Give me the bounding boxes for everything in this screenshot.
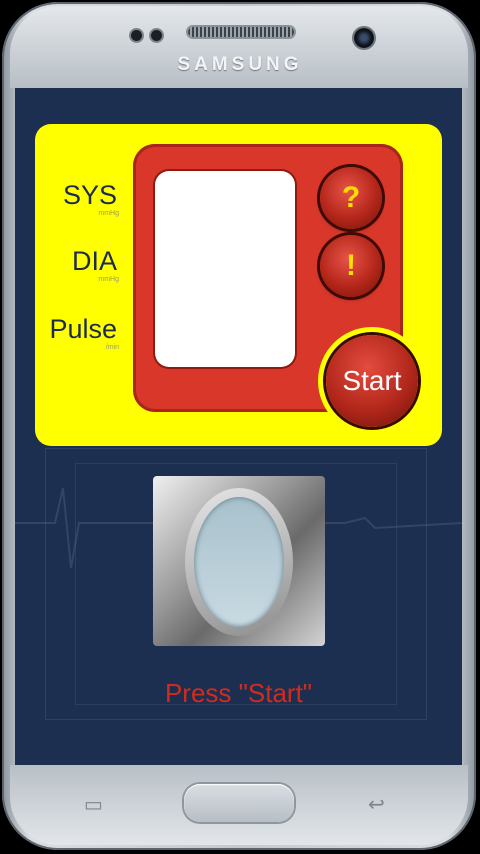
earpiece-speaker xyxy=(188,27,294,37)
app-screen: SYS mmHg DIA mmHg Pulse /min ? ! Start P… xyxy=(15,88,462,765)
sys-unit: mmHg xyxy=(98,210,119,217)
pulse-label: Pulse xyxy=(49,314,117,344)
start-button[interactable]: Start xyxy=(326,335,418,427)
home-button[interactable] xyxy=(184,784,294,822)
sensor-dot xyxy=(151,30,162,41)
status-message: Press "Start" xyxy=(164,678,313,708)
pulse-unit: /min xyxy=(105,344,119,351)
sensor-dot xyxy=(131,30,142,41)
help-button[interactable]: ? xyxy=(320,167,382,229)
scanner-ring xyxy=(185,488,293,636)
front-camera-icon xyxy=(354,28,374,48)
start-button-ring: Start xyxy=(318,327,426,435)
scanner-glass xyxy=(194,497,284,627)
monitor-panel: SYS mmHg DIA mmHg Pulse /min ? ! Start xyxy=(35,124,442,446)
sys-label: SYS xyxy=(62,180,117,210)
back-arrow-icon[interactable]: ↩ xyxy=(368,792,385,817)
lcd-display xyxy=(155,171,295,367)
dia-unit: mmHg xyxy=(98,276,119,283)
info-button[interactable]: ! xyxy=(320,235,382,297)
dia-label: DIA xyxy=(71,246,117,276)
fingerprint-scanner[interactable] xyxy=(153,476,325,646)
recent-apps-icon[interactable]: ▭ xyxy=(84,792,103,817)
brand-logo: SAMSUNG xyxy=(177,54,303,75)
